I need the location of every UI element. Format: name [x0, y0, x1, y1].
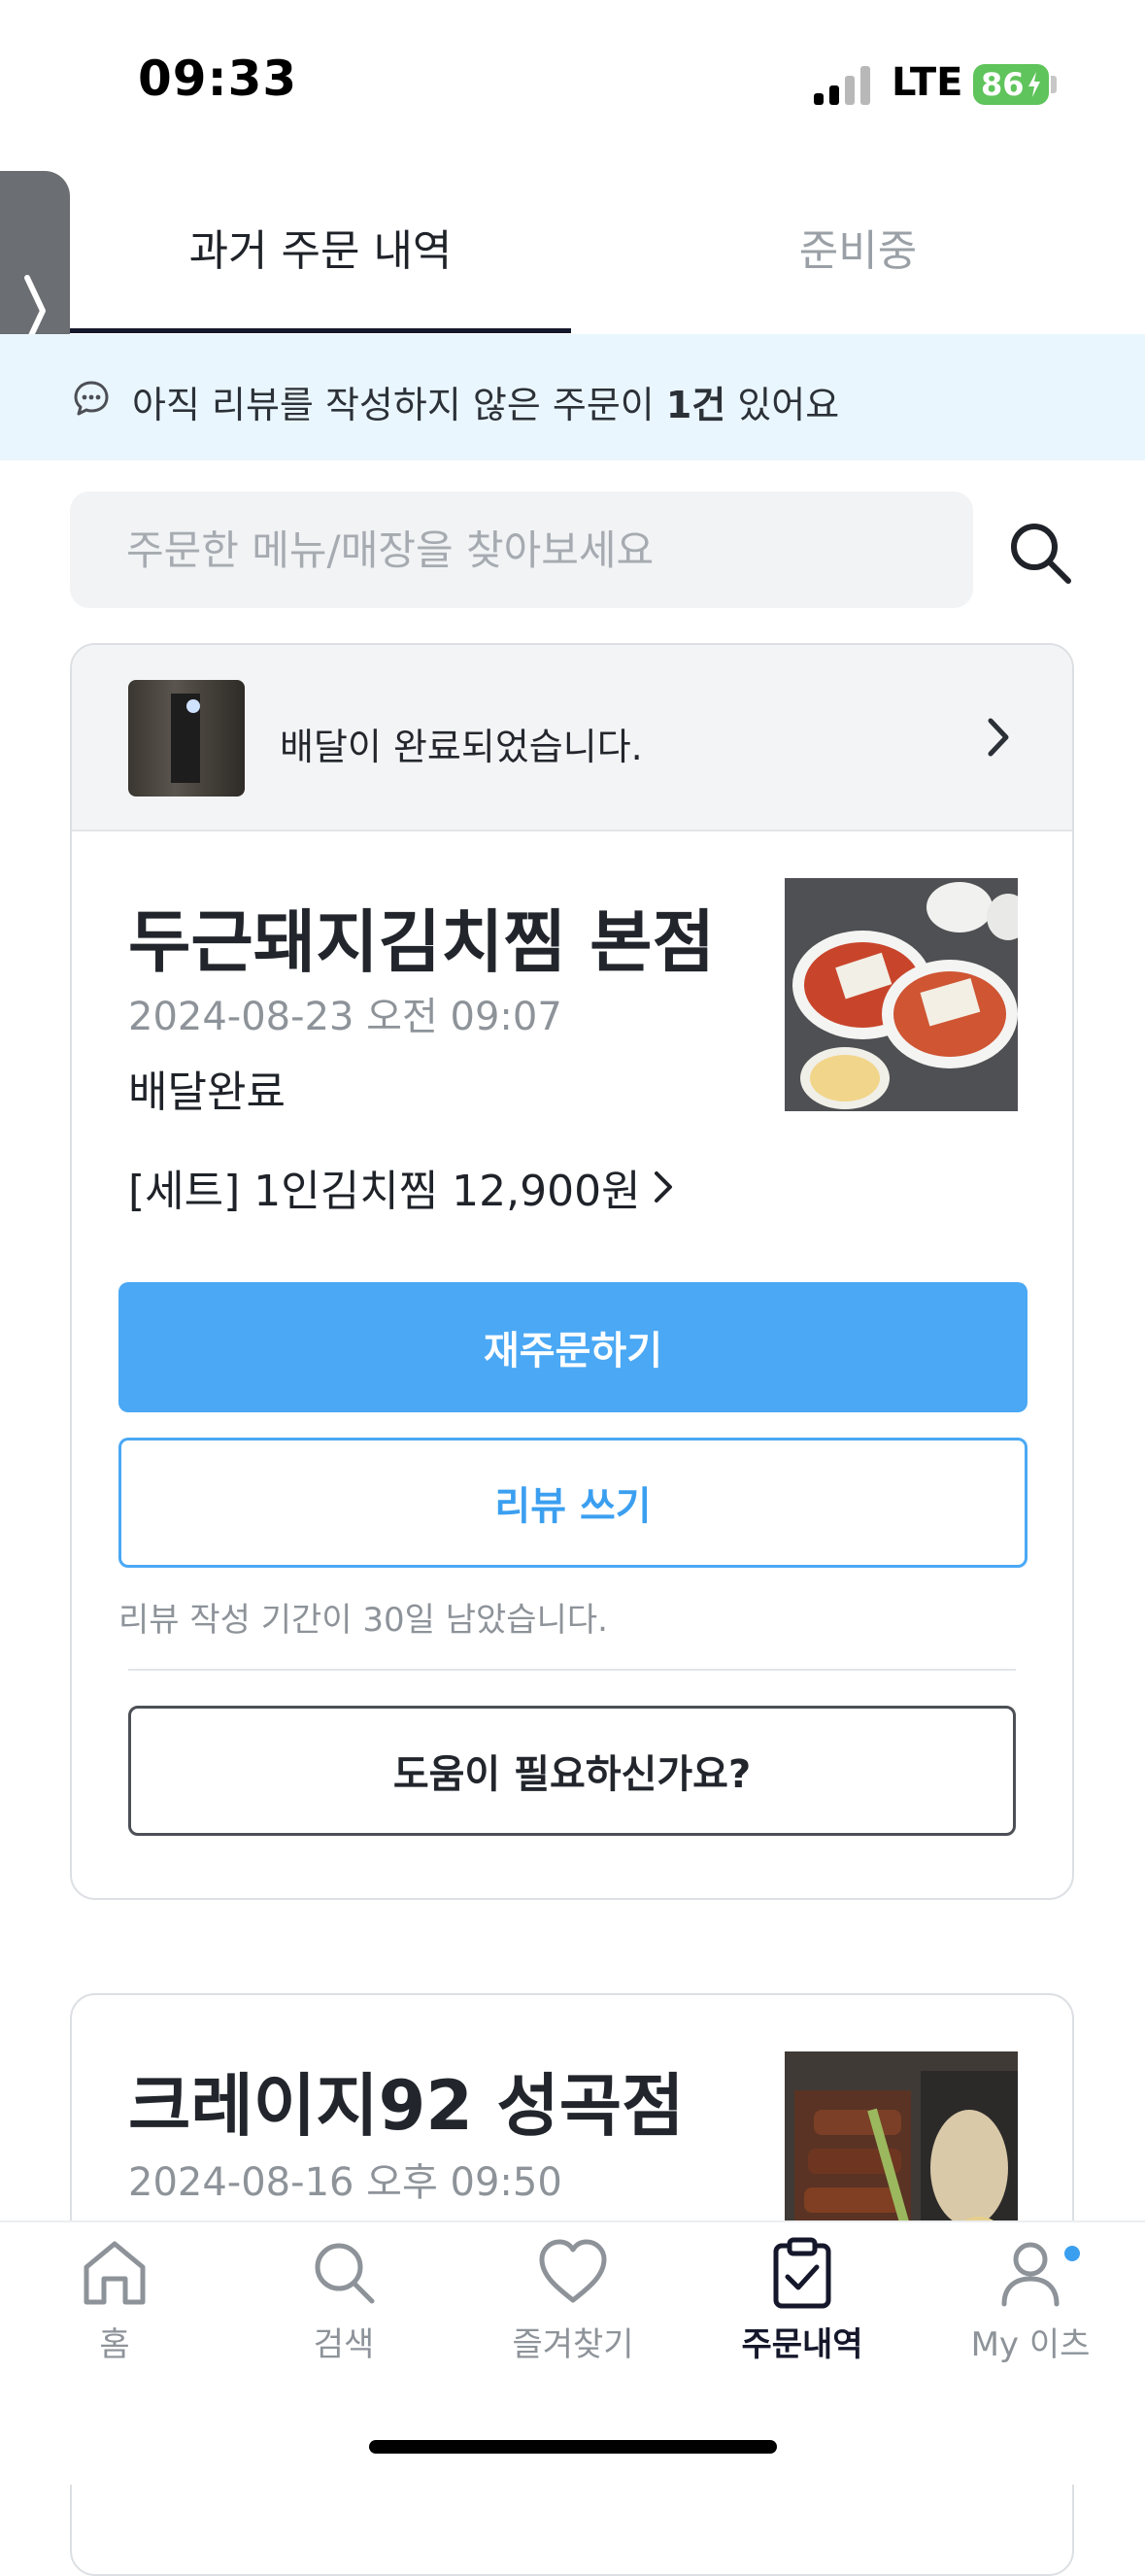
banner-text: 아직 리뷰를 작성하지 않은 주문이 1건 있어요: [132, 384, 840, 426]
nav-label: 주문내역: [741, 2325, 863, 2364]
review-period-notice: 리뷰 작성 기간이 30일 남았습니다.: [118, 1601, 608, 1640]
status-time: 09:33: [138, 51, 298, 107]
nav-home[interactable]: 홈: [0, 2236, 229, 2382]
nav-favorites[interactable]: 즐겨찾기: [458, 2236, 688, 2382]
reorder-button[interactable]: 재주문하기: [118, 1282, 1027, 1412]
home-icon: [84, 2241, 146, 2305]
order-date: 2024-08-16 오후 09:50: [128, 2160, 562, 2205]
nav-search[interactable]: 검색: [229, 2236, 458, 2382]
tab-past-orders[interactable]: 과거 주문 내역: [70, 216, 571, 332]
nav-order-history[interactable]: 주문내역: [688, 2236, 917, 2382]
battery-level: 86: [981, 66, 1025, 103]
tab-label: 준비중: [798, 226, 918, 276]
order-status: 배달완료: [128, 1068, 286, 1117]
food-thumbnail: [785, 878, 1018, 1111]
order-card: 배달이 완료되었습니다. 두근돼지김치찜 본점 2024-08-23 오전 09…: [70, 643, 1074, 1900]
search-icon[interactable]: [1006, 519, 1074, 587]
nav-label: 홈: [99, 2325, 130, 2364]
nav-my-eats[interactable]: My 이츠: [916, 2236, 1145, 2382]
order-search-input[interactable]: [70, 491, 973, 608]
tab-label: 과거 주문 내역: [188, 226, 453, 276]
clipboard-check-icon: [773, 2237, 831, 2309]
delivery-status-header[interactable]: 배달이 완료되었습니다.: [72, 645, 1072, 831]
person-icon: [1001, 2242, 1060, 2307]
signal-icon: [814, 66, 870, 105]
battery-tip: [1051, 76, 1057, 93]
tab-preparing[interactable]: 준비중: [571, 216, 1145, 332]
nav-label: My 이츠: [970, 2325, 1091, 2364]
home-indicator[interactable]: [369, 2440, 777, 2454]
nav-label: 즐겨찾기: [512, 2325, 634, 2364]
write-review-button[interactable]: 리뷰 쓰기: [118, 1438, 1027, 1568]
unreviewed-count: 1건: [665, 384, 726, 426]
heart-icon: [539, 2239, 607, 2303]
chat-bubble-icon: [74, 381, 109, 416]
order-item-summary[interactable]: [세트] 1인김치찜 12,900원: [128, 1156, 674, 1218]
divider: [128, 1669, 1016, 1671]
delivery-message: 배달이 완료되었습니다.: [280, 726, 643, 768]
network-label: LTE: [892, 60, 963, 105]
nav-label: 검색: [313, 2325, 375, 2364]
chevron-right-icon: [988, 718, 1009, 757]
help-button[interactable]: 도움이 필요하신가요?: [128, 1706, 1016, 1836]
charging-bolt-icon: [1027, 72, 1040, 97]
notification-dot: [1064, 2246, 1080, 2261]
active-tab-indicator: [70, 328, 571, 333]
store-name[interactable]: 두근돼지김치찜 본점: [128, 888, 715, 986]
delivery-photo: [128, 680, 245, 797]
battery-icon: 86: [973, 64, 1049, 105]
store-name[interactable]: 크레이지92 성곡점: [128, 2051, 685, 2150]
order-date: 2024-08-23 오전 09:07: [128, 995, 562, 1039]
order-item-text: [세트] 1인김치찜 12,900원: [128, 1167, 641, 1216]
search-icon: [315, 2243, 375, 2304]
chevron-right-icon: [654, 1171, 672, 1203]
